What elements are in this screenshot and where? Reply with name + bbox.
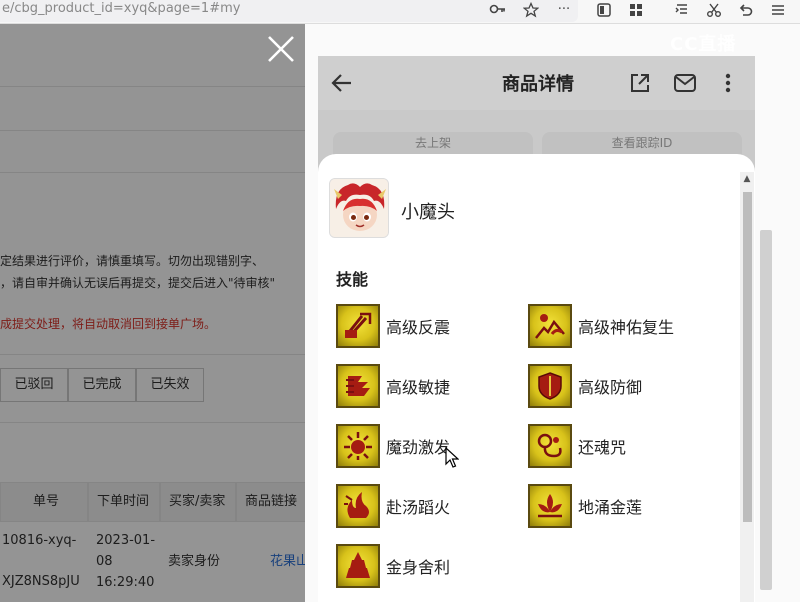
more-vertical-icon[interactable] [720, 72, 736, 94]
soul-skill-icon [528, 424, 572, 468]
shield-skill-icon [528, 364, 572, 408]
skill-item[interactable]: 地涌金莲 [528, 484, 718, 528]
pet-avatar [329, 178, 389, 238]
page-title: 商品详情 [502, 74, 574, 95]
mouse-cursor-icon [445, 446, 460, 469]
pet-name: 小魔头 [401, 202, 455, 223]
agility-skill-icon [336, 364, 380, 408]
skill-label: 高级敏捷 [386, 378, 451, 397]
grid-icon[interactable] [626, 2, 646, 20]
skill-label: 高级反震 [386, 318, 451, 337]
skill-label: 还魂咒 [578, 438, 627, 457]
bookmarks-icon[interactable] [672, 2, 692, 20]
skill-item[interactable]: 还魂咒 [528, 424, 718, 468]
fire-skill-icon [336, 484, 380, 528]
skill-label: 赴汤蹈火 [386, 498, 451, 517]
counterattack-skill-icon [336, 304, 380, 348]
key-icon[interactable] [488, 2, 508, 20]
mail-icon[interactable] [673, 72, 697, 94]
skill-item[interactable]: 赴汤蹈火 [336, 484, 516, 528]
skill-label: 金身舍利 [386, 558, 451, 577]
more-icon[interactable]: ··· [554, 2, 574, 20]
pagoda-skill-icon [336, 544, 380, 588]
share-icon[interactable] [628, 72, 652, 94]
scroll-up-icon[interactable]: ▲ [740, 172, 754, 186]
skill-item[interactable]: 魔劲激发 [336, 424, 516, 468]
pet-detail-sheet: 小魔头 技能 高级反震 高级神佑复生 高级敏捷 高级防御 魔劲激发 还魂咒 赴汤… [318, 154, 755, 602]
skill-item[interactable]: 高级防御 [528, 364, 718, 408]
revive-skill-icon [528, 304, 572, 348]
panel-tabs: 去上架 查看跟踪ID [318, 110, 755, 156]
tab-list-item[interactable]: 去上架 [333, 132, 533, 156]
panel-header: 商品详情 [318, 56, 755, 110]
burst-skill-icon [336, 424, 380, 468]
skill-label: 地涌金莲 [578, 498, 643, 517]
menu-icon[interactable] [768, 2, 788, 20]
star-icon[interactable] [521, 1, 541, 20]
skill-label: 高级防御 [578, 378, 643, 397]
lotus-skill-icon [528, 484, 572, 528]
undo-icon[interactable] [736, 2, 756, 20]
tab-track-id[interactable]: 查看跟踪ID [542, 132, 742, 156]
skill-label: 高级神佑复生 [578, 318, 675, 337]
cc-live-watermark: CC直播 [670, 34, 737, 55]
scissors-icon[interactable] [704, 2, 724, 20]
skill-item[interactable]: 高级神佑复生 [528, 304, 718, 348]
skills-section-title: 技能 [336, 270, 369, 289]
close-icon[interactable] [266, 34, 296, 64]
scroll-thumb[interactable] [743, 192, 752, 522]
skill-label: 魔劲激发 [386, 438, 451, 457]
skill-item[interactable]: 高级敏捷 [336, 364, 516, 408]
back-arrow-icon[interactable] [330, 72, 354, 94]
skill-item[interactable]: 金身舍利 [336, 544, 516, 588]
panel-scrollbar[interactable] [760, 230, 772, 590]
product-detail-panel: 商品详情 去上架 查看跟踪ID 小魔头 技能 高级反震 高级神佑复生 高级敏捷 … [318, 56, 755, 602]
sheet-scrollbar[interactable]: ▲ [740, 172, 754, 602]
browser-toolbar: e/cbg_product_id=xyq&page=1#my ··· [0, 0, 800, 24]
reader-icon[interactable] [594, 2, 614, 20]
skill-item[interactable]: 高级反震 [336, 304, 516, 348]
